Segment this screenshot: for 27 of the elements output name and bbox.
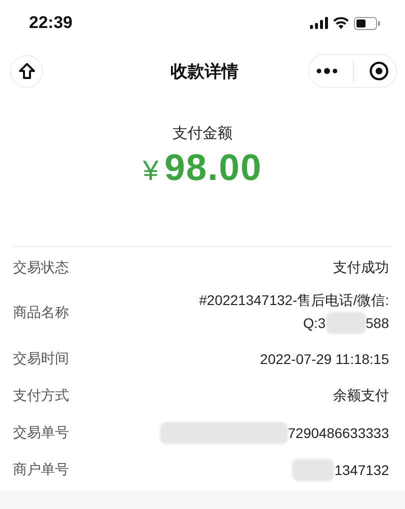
status-time: 22:39	[29, 13, 72, 33]
more-icon[interactable]	[316, 68, 338, 74]
row-value: 588	[366, 315, 389, 331]
currency-sign: ¥	[142, 155, 158, 187]
row-value: 支付成功	[333, 258, 389, 276]
row-label: 交易状态	[13, 258, 69, 276]
signal-icon	[310, 17, 328, 29]
row-label: 支付方式	[13, 386, 69, 404]
row-value: 1347132	[334, 462, 389, 478]
wifi-icon	[333, 17, 349, 29]
row-value: #20221347132-售后电话/微信:	[199, 292, 389, 310]
row-label: 交易时间	[13, 350, 69, 368]
row-value: 2022-07-29 11:18:15	[260, 350, 389, 366]
row-label: 商品名称	[13, 304, 69, 322]
close-icon[interactable]	[368, 61, 389, 81]
home-button[interactable]	[10, 54, 43, 88]
redaction-blur	[326, 312, 366, 334]
amount-label: 支付金额	[172, 124, 232, 143]
row-value: Q:3	[303, 315, 326, 331]
row-label: 商户单号	[13, 460, 69, 478]
amount-value: 98.00	[164, 147, 262, 189]
page-title: 收款详情	[170, 60, 238, 82]
row-value: 7290486633333	[288, 424, 389, 440]
battery-icon	[354, 16, 380, 30]
redaction-blur	[292, 458, 334, 480]
row-value: 余额支付	[333, 386, 389, 404]
row-label: 交易单号	[13, 424, 69, 442]
